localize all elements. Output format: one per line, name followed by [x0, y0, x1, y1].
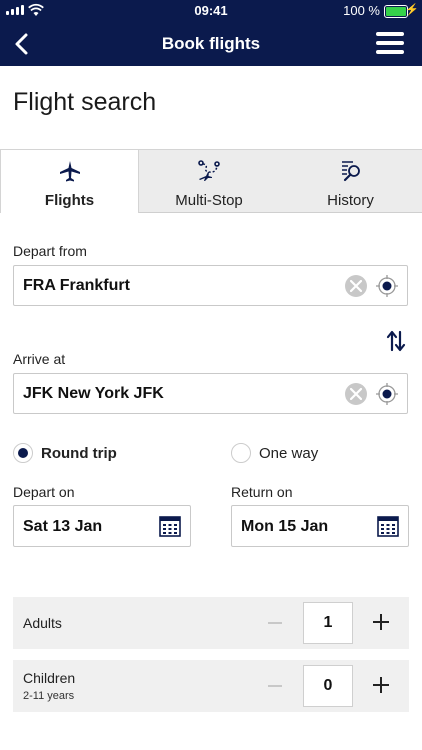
children-increase-button[interactable]: [373, 677, 389, 693]
adults-count[interactable]: 1: [303, 602, 353, 644]
children-count[interactable]: 0: [303, 665, 353, 707]
return-on-label: Return on: [231, 484, 293, 500]
locate-depart-icon[interactable]: [375, 274, 399, 298]
one-way-label[interactable]: One way: [259, 445, 318, 462]
search-tabs: Flights Multi-Stop History: [0, 149, 422, 213]
status-bar: 09:41 100 % ⚡: [0, 0, 422, 22]
clear-arrive-button[interactable]: [345, 383, 367, 405]
depart-from-value: FRA Frankfurt: [23, 277, 130, 294]
tab-history-label: History: [327, 192, 374, 209]
arrive-at-value: JFK New York JFK: [23, 385, 164, 402]
arrive-at-field[interactable]: JFK New York JFK: [13, 373, 408, 414]
depart-date-value: Sat 13 Jan: [23, 518, 103, 535]
tab-history[interactable]: History: [279, 149, 422, 213]
calendar-icon: [377, 516, 399, 537]
app-header: Book flights: [0, 22, 422, 66]
adults-label: Adults: [23, 615, 62, 631]
children-age-range: 2-11 years: [23, 690, 75, 702]
arrive-at-label: Arrive at: [13, 351, 66, 367]
depart-from-field[interactable]: FRA Frankfurt: [13, 265, 408, 306]
children-row: Children 2-11 years 0: [13, 660, 409, 712]
depart-date-field[interactable]: Sat 13 Jan: [13, 505, 191, 547]
calendar-icon: [159, 516, 181, 537]
tab-flights[interactable]: Flights: [0, 149, 139, 213]
charging-icon: ⚡: [405, 4, 419, 16]
children-label: Children: [23, 670, 76, 686]
tab-flights-label: Flights: [44, 192, 95, 209]
depart-on-label: Depart on: [13, 484, 75, 500]
menu-button[interactable]: [376, 32, 404, 56]
one-way-radio[interactable]: [231, 443, 251, 463]
adults-row: Adults 1: [13, 597, 409, 649]
battery-percent: 100 %: [343, 3, 380, 18]
adults-increase-button[interactable]: [373, 614, 389, 630]
tab-multi-stop[interactable]: Multi-Stop: [139, 149, 279, 213]
tab-multi-stop-label: Multi-Stop: [175, 192, 243, 209]
return-date-field[interactable]: Mon 15 Jan: [231, 505, 409, 547]
header-title: Book flights: [161, 34, 261, 53]
history-search-icon: [341, 161, 360, 182]
return-date-value: Mon 15 Jan: [241, 518, 329, 535]
round-trip-label[interactable]: Round trip: [41, 445, 117, 462]
adults-decrease-button[interactable]: [268, 622, 282, 624]
clear-depart-button[interactable]: [345, 275, 367, 297]
children-decrease-button[interactable]: [268, 685, 282, 687]
page-title: Flight search: [13, 88, 157, 116]
plane-icon: [59, 161, 80, 182]
locate-arrive-icon[interactable]: [375, 382, 399, 406]
depart-from-label: Depart from: [13, 243, 87, 259]
round-trip-radio[interactable]: [13, 443, 33, 463]
multi-stop-route-icon: [198, 160, 220, 181]
swap-airports-icon[interactable]: [386, 330, 406, 352]
